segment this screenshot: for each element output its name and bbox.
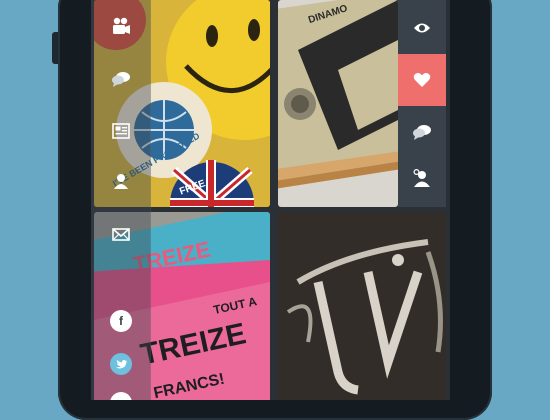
user-icon <box>113 174 128 189</box>
nav-profile-button[interactable] <box>91 163 150 199</box>
newspaper-icon <box>111 123 130 139</box>
video-camera-icon <box>112 17 130 34</box>
phone-side-button <box>52 32 58 64</box>
twitter-icon <box>116 360 127 369</box>
right-action-rail <box>398 0 446 207</box>
comments-icon <box>413 125 431 140</box>
facebook-button[interactable]: f <box>110 310 132 332</box>
social-button-partial[interactable] <box>110 392 132 400</box>
app-screen: I'VE BEEN PROMOTED FREE DINAMO TREIZE TO… <box>91 0 450 400</box>
eye-icon <box>414 23 430 33</box>
nav-video-button[interactable] <box>91 8 150 44</box>
user-add-icon <box>413 169 430 187</box>
left-nav-rail: f t <box>91 0 151 400</box>
like-button[interactable] <box>398 54 446 106</box>
chat-bubbles-icon <box>111 72 130 87</box>
mail-icon <box>111 227 130 241</box>
facebook-icon: f <box>119 314 123 328</box>
photo-tile-book[interactable]: DINAMO <box>278 0 398 207</box>
nav-chat-button[interactable] <box>91 61 150 97</box>
twitter-button[interactable]: t <box>110 353 132 375</box>
heart-icon <box>413 73 431 87</box>
nav-news-button[interactable] <box>91 113 150 149</box>
nav-mail-button[interactable] <box>91 216 150 252</box>
comment-button[interactable] <box>398 106 446 158</box>
follow-button[interactable] <box>398 152 446 204</box>
photo-tile-letterpress[interactable] <box>278 212 446 400</box>
view-button[interactable] <box>398 2 446 54</box>
